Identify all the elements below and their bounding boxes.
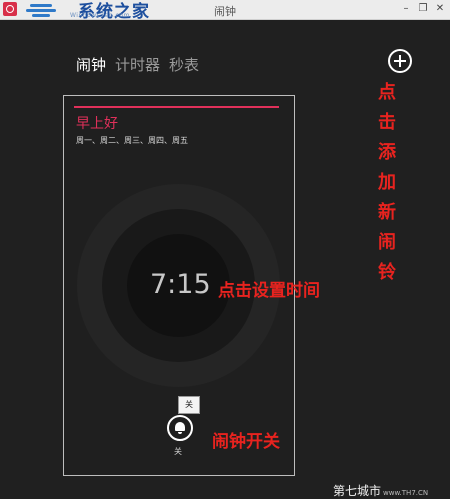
tab-timer[interactable]: 计时器 [115, 54, 160, 75]
bell-icon [175, 422, 185, 434]
alarm-toggle-button[interactable] [167, 415, 193, 441]
close-button[interactable]: ✕ [433, 2, 447, 16]
tab-alarm[interactable]: 闹钟 [76, 54, 106, 75]
add-alarm-annotation: 点击 添加 新闹 铃 [378, 82, 396, 283]
toggle-annotation: 闹钟开关 [212, 432, 280, 452]
window-title: 闹钟 [214, 5, 236, 18]
set-time-annotation: 点击设置时间 [218, 281, 320, 301]
site-watermark: 第七城市 www.TH7.CN [333, 482, 428, 499]
watermark-text: 第七城市 [333, 484, 382, 498]
alarm-days: 周一、周二、周三、周四、周五 [76, 136, 188, 145]
alarm-name[interactable]: 早上好 [76, 113, 118, 133]
watermark-subtext: www.TH7.CN [383, 489, 429, 497]
toggle-label: 关 [174, 447, 182, 456]
tab-stopwatch[interactable]: 秒表 [169, 54, 199, 75]
add-alarm-button[interactable] [388, 49, 412, 73]
card-accent-line [74, 106, 279, 108]
title-bar: 系统之家 Windows7en.com 闹钟 – ❐ ✕ [0, 0, 450, 22]
alarm-time[interactable]: 7:15 [150, 269, 211, 300]
restore-button[interactable]: ❐ [416, 2, 430, 16]
minimize-button[interactable]: – [399, 2, 413, 16]
tab-bar: 闹钟 计时器 秒表 [76, 54, 199, 75]
toggle-tooltip: 关 [178, 396, 200, 414]
